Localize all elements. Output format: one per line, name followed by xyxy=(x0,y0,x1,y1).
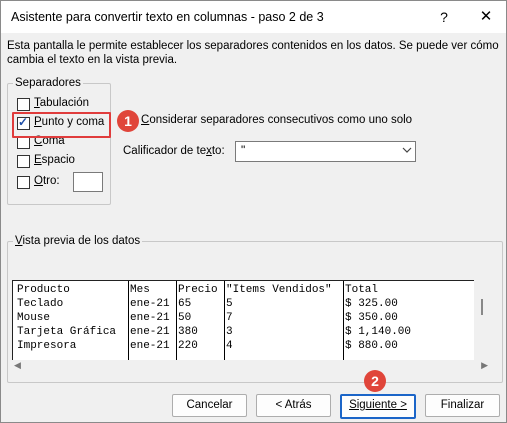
column-divider xyxy=(343,281,344,361)
semicolon-highlight-box xyxy=(12,112,111,138)
close-button[interactable]: ✕ xyxy=(466,1,506,33)
preview-cell: ene-21 xyxy=(130,340,170,352)
preview-cell: 65 xyxy=(178,298,192,310)
scroll-left-icon[interactable]: ◀ xyxy=(14,360,21,371)
preview-cell: $ 880.00 xyxy=(345,340,398,352)
text-qualifier-select[interactable]: " xyxy=(235,141,416,162)
scroll-thumb[interactable] xyxy=(481,299,483,315)
data-preview-grid[interactable]: Producto Teclado Mouse Tarjeta Gráfica I… xyxy=(12,280,475,362)
preview-cell: 5 xyxy=(226,298,233,310)
tab-checkbox[interactable] xyxy=(17,98,30,111)
space-separator-label: Espacio xyxy=(34,154,75,166)
preview-cell: Total xyxy=(345,284,379,296)
cancel-button[interactable]: Cancelar xyxy=(172,394,247,417)
text-to-columns-dialog: Asistente para convertir texto en column… xyxy=(0,0,507,423)
preview-cell: "Items Vendidos" xyxy=(226,284,332,296)
other-checkbox[interactable] xyxy=(17,176,30,189)
text-qualifier-label: Calificador de texto: xyxy=(123,145,225,157)
separators-legend: Separadores xyxy=(13,77,83,89)
preview-cell: ene-21 xyxy=(130,312,170,324)
column-divider xyxy=(176,281,177,361)
preview-cell: Tarjeta Gráfica xyxy=(17,326,117,338)
preview-cell: 4 xyxy=(226,340,233,352)
finish-button[interactable]: Finalizar xyxy=(425,394,500,417)
scroll-right-icon[interactable]: ▶ xyxy=(481,360,488,371)
preview-horizontal-scrollbar[interactable]: ◀ ▶ xyxy=(12,360,490,374)
back-button[interactable]: < Atrás xyxy=(256,394,331,417)
preview-cell: Mes xyxy=(130,284,150,296)
step-marker-2: 2 xyxy=(364,370,386,392)
space-checkbox[interactable] xyxy=(17,155,30,168)
preview-cell: Impresora xyxy=(17,340,77,352)
preview-cell: Producto xyxy=(17,284,70,296)
preview-cell: Mouse xyxy=(17,312,51,324)
preview-cell: 50 xyxy=(178,312,192,324)
preview-label: Vista previa de los datos xyxy=(13,235,143,247)
preview-cell: 3 xyxy=(226,326,233,338)
preview-cell: 220 xyxy=(178,340,198,352)
other-separator-label: Otro: xyxy=(34,175,60,187)
preview-cell: ene-21 xyxy=(130,326,170,338)
preview-cell: $ 350.00 xyxy=(345,312,398,324)
other-separator-input[interactable] xyxy=(73,172,103,192)
preview-cell: Precio xyxy=(178,284,218,296)
step-description: Esta pantalla le permite establecer los … xyxy=(7,40,499,66)
chevron-down-icon[interactable] xyxy=(398,142,415,161)
window-title: Asistente para convertir texto en column… xyxy=(11,10,324,24)
consecutive-separators-option[interactable]: Considerar separadores consecutivos como… xyxy=(141,114,412,126)
preview-vertical-scrollbar[interactable] xyxy=(474,280,490,360)
preview-cell: Teclado xyxy=(17,298,64,310)
preview-cell: 380 xyxy=(178,326,198,338)
preview-cell: ene-21 xyxy=(130,298,170,310)
preview-cell: $ 325.00 xyxy=(345,298,398,310)
help-button[interactable]: ? xyxy=(424,1,464,33)
column-divider xyxy=(224,281,225,361)
text-qualifier-value: " xyxy=(241,143,246,157)
title-bar: Asistente para convertir texto en column… xyxy=(1,1,506,33)
step-marker-1: 1 xyxy=(117,110,139,132)
next-button[interactable]: Siguiente > xyxy=(340,394,416,419)
column-divider xyxy=(128,281,129,361)
preview-cell: 7 xyxy=(226,312,233,324)
preview-cell: $ 1,140.00 xyxy=(345,326,412,338)
tab-separator-label: Tabulación xyxy=(34,97,89,109)
